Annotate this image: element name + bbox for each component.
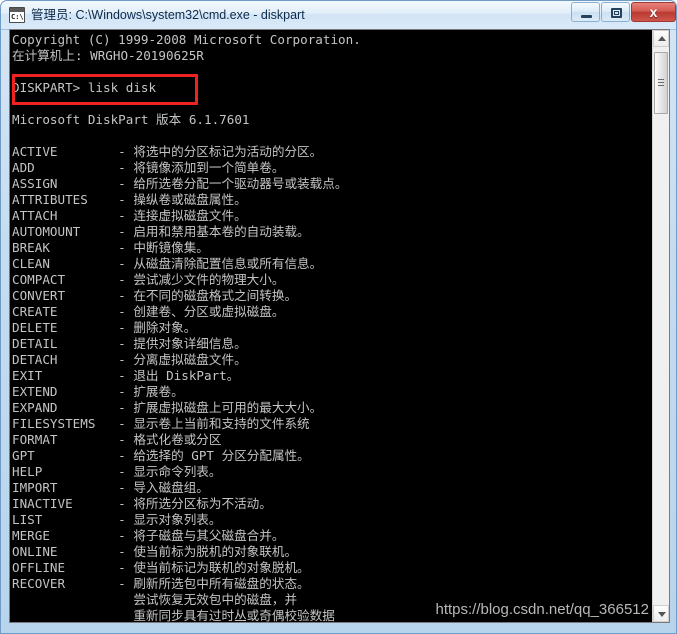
window-titlebar[interactable]: C:\. 管理员: C:\Windows\system32\cmd.exe - …: [1, 1, 676, 30]
chevron-down-icon: [658, 612, 666, 617]
cmd-window: C:\. 管理员: C:\Windows\system32\cmd.exe - …: [0, 0, 677, 634]
chevron-up-icon: [658, 36, 666, 41]
console-text: Copyright (C) 1999-2008 Microsoft Corpor…: [12, 32, 361, 622]
scroll-up-button[interactable]: [653, 30, 669, 47]
window-controls: x: [571, 2, 676, 22]
scrollbar-grip-icon: [658, 79, 664, 86]
minimize-button[interactable]: [571, 2, 600, 22]
console-output-pane[interactable]: Copyright (C) 1999-2008 Microsoft Corpor…: [10, 30, 653, 622]
console-client-area: Copyright (C) 1999-2008 Microsoft Corpor…: [9, 29, 670, 623]
cmd-console-icon: C:\.: [9, 7, 25, 23]
close-button[interactable]: x: [631, 2, 676, 22]
console-scrollbar[interactable]: [652, 30, 669, 622]
scrollbar-thumb[interactable]: [654, 52, 668, 114]
window-title: 管理员: C:\Windows\system32\cmd.exe - diskp…: [31, 8, 305, 22]
close-icon: x: [649, 4, 658, 20]
restore-button[interactable]: [601, 2, 630, 22]
restore-icon: [611, 8, 622, 18]
icon-titlebar-stripe: [10, 8, 24, 12]
icon-prompt-text: C:\.: [11, 13, 24, 21]
scroll-down-button[interactable]: [653, 605, 669, 622]
minimize-icon: [581, 15, 592, 18]
